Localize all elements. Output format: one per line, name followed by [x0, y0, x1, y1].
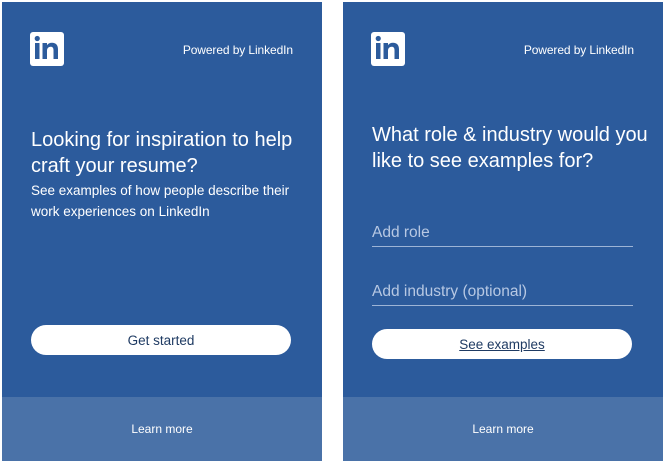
learn-more-link[interactable]: Learn more: [472, 422, 533, 436]
industry-input[interactable]: [372, 278, 633, 306]
get-started-button[interactable]: Get started: [31, 325, 291, 355]
powered-by-label: Powered by LinkedIn: [182, 43, 293, 57]
search-footer: Learn more: [343, 397, 663, 461]
see-examples-button[interactable]: See examples: [372, 329, 632, 359]
linkedin-logo-icon: [30, 32, 64, 66]
intro-headline: Looking for inspiration to help craft yo…: [31, 129, 293, 177]
powered-by-label: Powered by LinkedIn: [523, 43, 634, 57]
intro-subtext: See examples of how people describe thei…: [31, 183, 290, 219]
intro-footer: Learn more: [2, 397, 322, 461]
search-headline: What role & industry would you like to s…: [372, 124, 648, 172]
linkedin-logo-icon: [371, 32, 405, 66]
learn-more-link[interactable]: Learn more: [131, 422, 192, 436]
intro-panel: Powered by LinkedIn Looking for inspirat…: [2, 2, 322, 461]
role-input[interactable]: [372, 219, 633, 247]
search-panel: Powered by LinkedIn What role & industry…: [343, 2, 663, 461]
